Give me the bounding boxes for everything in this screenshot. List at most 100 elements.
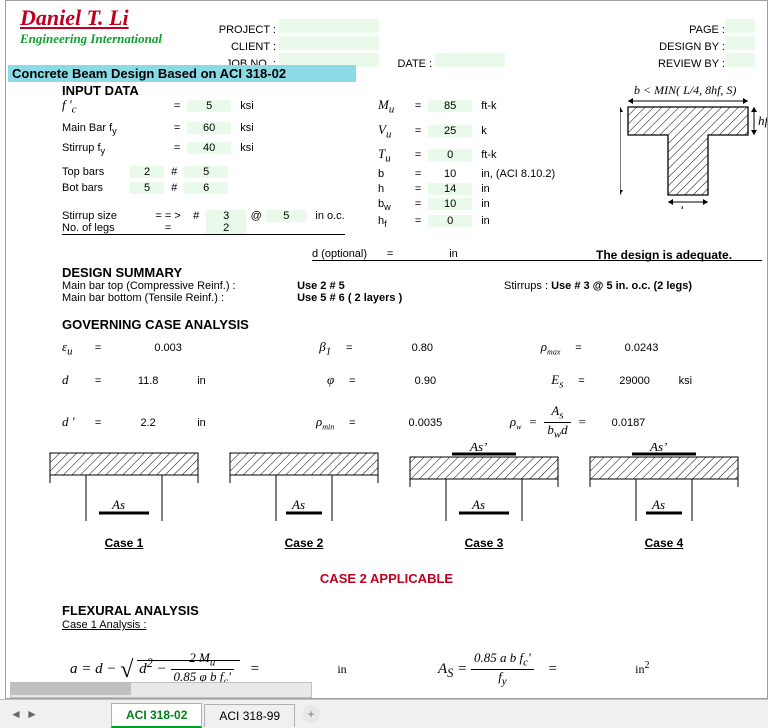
field-date[interactable] — [435, 53, 505, 67]
field-project[interactable] — [279, 19, 379, 33]
input-h[interactable]: 14 — [428, 183, 472, 195]
label-hf: hf — [378, 215, 408, 229]
design-status: The design is adequate. — [596, 248, 732, 262]
eq: = — [411, 125, 425, 137]
label-case3: Case 3 — [404, 536, 564, 550]
input-right: Mu = 85 ft-k Vu = 25 k Tu = 0 ft-k b = 1… — [378, 97, 555, 237]
input-Tu[interactable]: 0 — [428, 149, 472, 161]
svg-text:As: As — [111, 497, 125, 512]
input-bw[interactable]: 10 — [428, 198, 472, 210]
lbl-eps-u: εu — [62, 339, 88, 358]
svg-text:As’: As’ — [469, 443, 487, 454]
tab-aci-318-99[interactable]: ACI 318-99 — [204, 704, 295, 727]
eq: = — [150, 222, 186, 234]
case-applicable: CASE 2 APPLICABLE — [6, 571, 767, 586]
value-stirrups: Use # 3 @ 5 in. o.c. (2 legs) — [551, 280, 692, 292]
subheading-case1: Case 1 Analysis : — [62, 619, 146, 631]
label-Tu: Tu — [378, 146, 408, 165]
lbl-dprime: d ' — [62, 414, 88, 430]
hscrollbar[interactable] — [10, 682, 312, 698]
label-Vu: Vu — [378, 122, 408, 141]
unit: in — [475, 183, 490, 195]
input-stirrup-fy[interactable]: 40 — [187, 142, 231, 154]
unit: in — [475, 198, 490, 210]
eq: = — [563, 342, 593, 354]
field-reviewby[interactable] — [725, 53, 755, 67]
svg-text:As: As — [651, 497, 665, 512]
lbl-rhow: ρw — [483, 414, 521, 432]
unit: in, (ACI 8.10.2) — [475, 168, 555, 180]
input-fc[interactable]: 5 — [187, 100, 231, 112]
eq: = — [411, 168, 425, 180]
caption: b < MIN( L/4, 8hf, S) — [634, 83, 736, 98]
eq: = — [411, 100, 425, 112]
eq: = — [383, 248, 397, 260]
input-Vu[interactable]: 25 — [428, 125, 472, 137]
project-header: PROJECT : CLIENT : JOB NO. : DATE : — [196, 19, 616, 70]
case3-svg: As’ As — [404, 443, 564, 533]
eq: = — [91, 375, 105, 387]
eq: = — [170, 100, 184, 112]
diagram-case2: As Case 2 — [224, 443, 384, 563]
unit: in — [443, 248, 458, 260]
field-page[interactable] — [725, 19, 755, 33]
input-stirrupsize[interactable]: 3 — [206, 210, 246, 222]
field-client[interactable] — [279, 36, 379, 50]
summary-stirrups: Stirrups : Use # 3 @ 5 in. o.c. (2 legs) — [504, 280, 692, 292]
scroll-thumb[interactable] — [11, 683, 131, 695]
label-page: PAGE : — [645, 24, 725, 36]
label-mainbar-fy: Main Bar fy — [62, 122, 167, 136]
sheet-tabbar: ◄ ► ACI 318-02 ACI 318-99 + — [0, 699, 768, 728]
label-stirrup-fy: Stirrup fy — [62, 142, 167, 156]
eq: = — [411, 215, 425, 227]
label-stirrupsize: Stirrup size — [62, 210, 147, 222]
svg-text:hf: hf — [758, 113, 768, 128]
input-botbars-size[interactable]: 6 — [184, 182, 228, 194]
svg-text:As’: As’ — [649, 443, 667, 454]
label-bw: bw — [378, 198, 408, 212]
field-designby[interactable] — [725, 36, 755, 50]
unit: in — [191, 375, 231, 387]
label-top-reinf: Main bar top (Compressive Reinf.) : — [62, 280, 294, 292]
value-b: 10 — [428, 168, 472, 180]
input-Mu[interactable]: 85 — [428, 100, 472, 112]
eq: = — [334, 342, 364, 354]
eq: = — [411, 149, 425, 161]
input-botbars-count[interactable]: 5 — [130, 182, 164, 194]
label-project: PROJECT : — [196, 24, 276, 36]
val-Es: 29000 — [600, 375, 670, 387]
eq: = — [91, 417, 105, 429]
unit: ksi — [234, 142, 253, 154]
val-eps-u: 0.003 — [108, 342, 228, 354]
unit: k — [475, 125, 487, 137]
tab-nav-next[interactable]: ► — [24, 704, 40, 724]
arrow: = = > — [150, 210, 186, 222]
val-rhomin: 0.0035 — [370, 417, 480, 429]
unit: ksi — [234, 100, 253, 112]
lbl-beta1: β1 — [231, 339, 331, 358]
input-stirrupspacing[interactable]: 5 — [266, 210, 306, 222]
input-topbars-count[interactable]: 2 — [130, 166, 164, 178]
tab-add-button[interactable]: + — [302, 705, 320, 723]
tab-nav-first[interactable]: ◄ — [8, 704, 24, 724]
input-nolegs[interactable]: 2 — [206, 222, 246, 234]
heading-governing: GOVERNING CASE ANALYSIS — [62, 317, 249, 332]
input-topbars-size[interactable]: 5 — [184, 166, 228, 178]
tab-aci-318-02[interactable]: ACI 318-02 — [111, 703, 202, 728]
logo-name: Daniel T. Li — [20, 5, 162, 31]
project-header-right: PAGE : DESIGN BY : REVIEW BY : — [645, 19, 755, 70]
tsection-svg: h hf bw — [620, 89, 768, 209]
case2-svg: As — [224, 443, 384, 533]
label-case1: Case 1 — [44, 536, 204, 550]
val-phi: 0.90 — [370, 375, 480, 387]
design-summary: DESIGN SUMMARY Main bar top (Compressive… — [62, 265, 402, 304]
input-mainbar-fy[interactable]: 60 — [187, 122, 231, 134]
label-date: DATE : — [382, 58, 432, 70]
label-doptional: d (optional) — [312, 248, 380, 260]
lbl-rhomax: ρmax — [480, 339, 560, 357]
title-bar: Concrete Beam Design Based on ACI 318-02 — [8, 65, 356, 82]
svg-text:As: As — [291, 497, 305, 512]
label-case2: Case 2 — [224, 536, 384, 550]
heading-flexural: FLEXURAL ANALYSIS — [62, 603, 199, 618]
input-hf[interactable]: 0 — [428, 215, 472, 227]
